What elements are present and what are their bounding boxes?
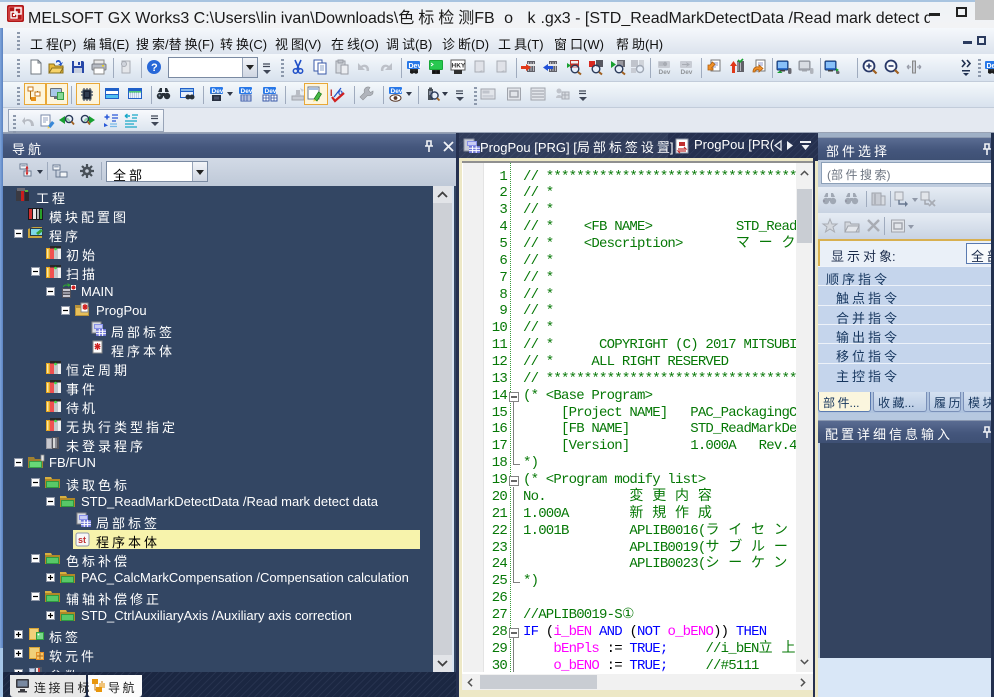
svg-text:I: I <box>330 88 333 98</box>
svg-text:Dev: Dev <box>241 88 253 95</box>
svg-text:Dev: Dev <box>409 63 422 70</box>
svg-text:Dev: Dev <box>681 69 693 76</box>
svg-text:Dev: Dev <box>987 63 994 70</box>
svg-text:Dev: Dev <box>391 88 403 95</box>
svg-text:HKY: HKY <box>452 63 466 70</box>
svg-text:st: st <box>78 535 86 545</box>
svg-text:Dev: Dev <box>265 88 277 95</box>
svg-text:Dev: Dev <box>659 69 671 76</box>
svg-text:?: ? <box>151 62 158 74</box>
